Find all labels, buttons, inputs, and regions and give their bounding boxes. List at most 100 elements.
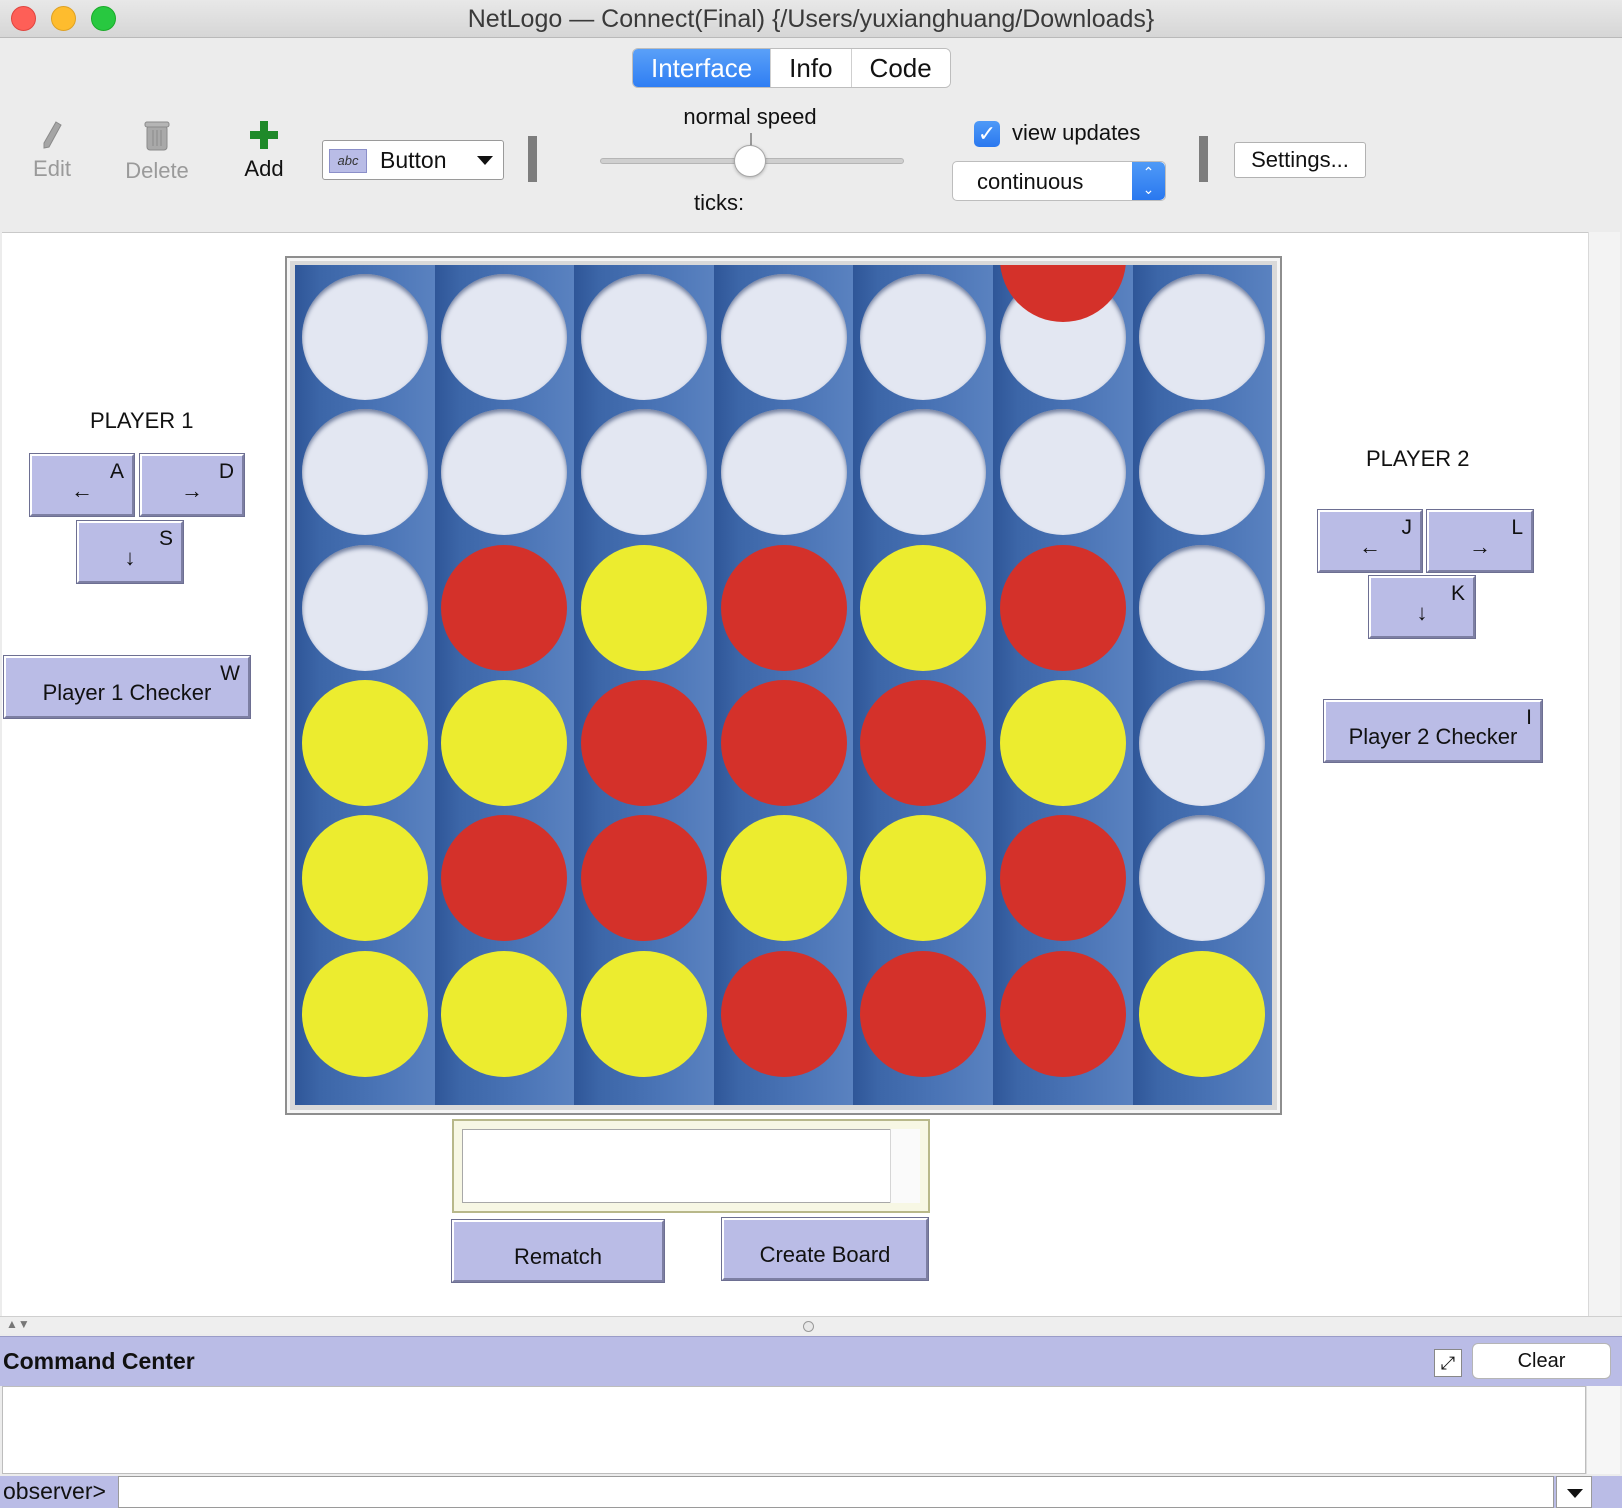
yellow-checker [301, 950, 428, 1077]
pane-splitter[interactable]: ▲▼ [0, 1316, 1622, 1334]
red-checker [720, 679, 847, 806]
red-checker [720, 950, 847, 1077]
update-mode-value: continuous [977, 169, 1084, 194]
chevron-down-icon [477, 156, 493, 165]
player1-checker-label: Player 1 Checker [42, 680, 212, 705]
player1-left-button[interactable]: A ← [29, 453, 135, 517]
edit-label: Edit [33, 156, 71, 181]
empty-slot [860, 409, 987, 536]
yellow-checker [301, 679, 428, 806]
create-board-button[interactable]: Create Board [721, 1217, 929, 1281]
yellow-checker [860, 544, 987, 671]
delete-label: Delete [125, 158, 189, 183]
command-input-row: observer> [0, 1476, 1622, 1508]
update-mode-select[interactable]: continuous ⌃ ⌄ [952, 161, 1166, 201]
player1-label: PLAYER 1 [90, 408, 194, 433]
player1-drop-button[interactable]: S ↓ [76, 520, 184, 584]
right-arrow-icon: → [1469, 534, 1491, 559]
empty-slot [301, 544, 428, 671]
yellow-checker [581, 544, 707, 671]
down-arrow-icon: ↓ [1416, 600, 1428, 625]
clear-button[interactable]: Clear [1472, 1343, 1611, 1379]
yellow-checker [441, 950, 568, 1077]
player1-checker-button[interactable]: W Player 1 Checker [3, 655, 251, 719]
interface-scrollbar[interactable] [1588, 232, 1620, 1316]
red-checker [441, 815, 568, 942]
empty-slot [1139, 679, 1266, 806]
empty-slot [441, 409, 568, 536]
widget-type-select[interactable]: abc Button [322, 140, 504, 180]
empty-slot [860, 273, 987, 400]
delete-button[interactable]: Delete [120, 120, 194, 184]
command-center-header: Command Center ⤢ Clear [0, 1336, 1622, 1386]
netlogo-window: NetLogo — Connect(Final) {/Users/yuxiang… [0, 0, 1622, 1508]
player2-drop-button[interactable]: K ↓ [1368, 575, 1476, 639]
pencil-icon [43, 121, 62, 149]
edit-button[interactable]: Edit [28, 120, 76, 182]
tab-bar: Interface Info Code [632, 48, 951, 88]
right-arrow-icon: → [181, 478, 203, 503]
empty-slot [1139, 409, 1266, 536]
empty-slot [581, 409, 707, 536]
tab-info[interactable]: Info [771, 49, 852, 87]
trash-icon [144, 121, 170, 151]
yellow-checker [301, 815, 428, 942]
create-board-label: Create Board [759, 1242, 891, 1267]
empty-slot [301, 409, 428, 536]
left-arrow-icon: ← [1359, 534, 1381, 559]
player2-label: PLAYER 2 [1366, 446, 1470, 471]
rematch-button[interactable]: Rematch [451, 1219, 665, 1283]
add-button[interactable]: Add [240, 120, 288, 182]
red-checker [860, 679, 987, 806]
empty-slot [720, 273, 847, 400]
red-checker [581, 679, 707, 806]
speed-slider-thumb[interactable] [734, 145, 766, 177]
toolbar-separator [528, 136, 537, 182]
command-history-dropdown[interactable] [1556, 1476, 1592, 1508]
player1-right-button[interactable]: D → [139, 453, 245, 517]
empty-slot [720, 409, 847, 536]
yellow-checker [860, 815, 987, 942]
empty-slot [1139, 815, 1266, 942]
command-center-scrollbar[interactable] [1586, 1386, 1620, 1474]
view-updates-label: view updates [1012, 120, 1141, 145]
red-checker [860, 950, 987, 1077]
empty-slot [581, 273, 707, 400]
tab-interface[interactable]: Interface [633, 49, 772, 87]
status-monitor-scrollbar [890, 1129, 920, 1203]
connect-four-board[interactable] [295, 265, 1272, 1105]
ticks-label: ticks: [694, 190, 745, 215]
toolbar-separator [1199, 136, 1208, 182]
up-down-chevron-icon: ⌃ ⌄ [1132, 162, 1165, 200]
collapse-arrows-icon[interactable]: ▲▼ [6, 1317, 30, 1331]
tab-code[interactable]: Code [851, 49, 950, 87]
status-monitor-value [462, 1129, 920, 1203]
player2-checker-button[interactable]: I Player 2 Checker [1323, 699, 1543, 763]
title-bar: NetLogo — Connect(Final) {/Users/yuxiang… [0, 0, 1622, 38]
empty-slot [1139, 273, 1266, 400]
player2-right-button[interactable]: L → [1426, 509, 1534, 573]
splitter-handle[interactable] [803, 1321, 814, 1332]
red-checker [999, 544, 1126, 671]
settings-button[interactable]: Settings... [1234, 142, 1366, 178]
yellow-checker [999, 679, 1126, 806]
status-monitor [452, 1119, 930, 1213]
empty-slot [441, 273, 568, 400]
observer-prompt[interactable]: observer> [3, 1478, 106, 1505]
red-checker [581, 815, 707, 942]
red-checker [999, 950, 1126, 1077]
red-checker [441, 544, 568, 671]
view-updates-checkbox[interactable]: ✓ [974, 121, 1000, 147]
empty-slot [301, 273, 428, 400]
command-input[interactable] [118, 1476, 1554, 1508]
red-checker [720, 544, 847, 671]
command-center-title: Command Center [3, 1348, 195, 1374]
plus-icon [250, 121, 278, 149]
down-arrow-icon: ↓ [124, 545, 136, 570]
speed-label: normal speed [683, 104, 817, 129]
command-center-output [2, 1386, 1586, 1474]
pop-out-icon[interactable]: ⤢ [1434, 1349, 1462, 1377]
player2-checker-label: Player 2 Checker [1348, 724, 1518, 749]
player2-left-button[interactable]: J ← [1317, 509, 1423, 573]
yellow-checker [720, 815, 847, 942]
